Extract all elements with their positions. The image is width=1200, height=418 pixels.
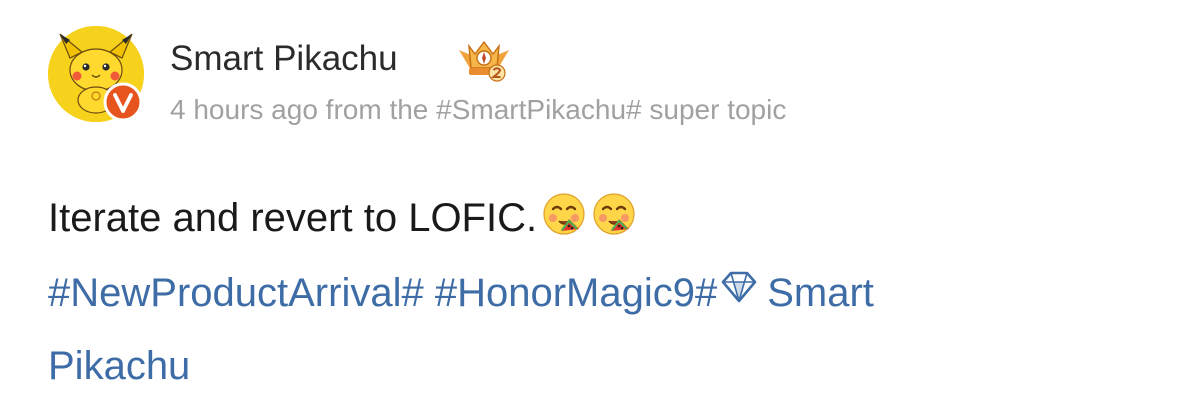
verified-badge-icon [103,82,143,122]
hashtag-line: #NewProductArrival# #HonorMagic9# Smart [48,268,874,318]
user-name[interactable]: Smart Pikachu [170,37,398,81]
mention-smart-pikachu[interactable]: Smart [767,271,874,315]
post-card: Smart Pikachu 4 hours ago from the #Smar… [0,0,1200,418]
crown-rank-badge-icon[interactable] [455,36,513,82]
post-text: Iterate and revert to LOFIC. [48,191,637,243]
post-text-body: Iterate and revert to LOFIC. [48,196,538,240]
hashtag-new-product-arrival[interactable]: #NewProductArrival# [48,271,424,315]
savoring-food-emoji-icon [543,193,585,235]
mention-smart-pikachu-continued[interactable]: Pikachu [48,344,190,388]
super-topic-suffix: super topic [641,94,787,125]
post-meta: 4 hours ago from the #SmartPikachu# supe… [170,92,786,128]
diamond-icon [721,271,757,303]
hashtag-line-continued: Pikachu [48,341,190,391]
super-topic-link[interactable]: #SmartPikachu# [436,94,641,125]
post-time: 4 hours ago from the [170,94,437,125]
savoring-food-emoji-icon [593,193,635,235]
hashtag-honor-magic9[interactable]: #HonorMagic9# [435,271,717,315]
